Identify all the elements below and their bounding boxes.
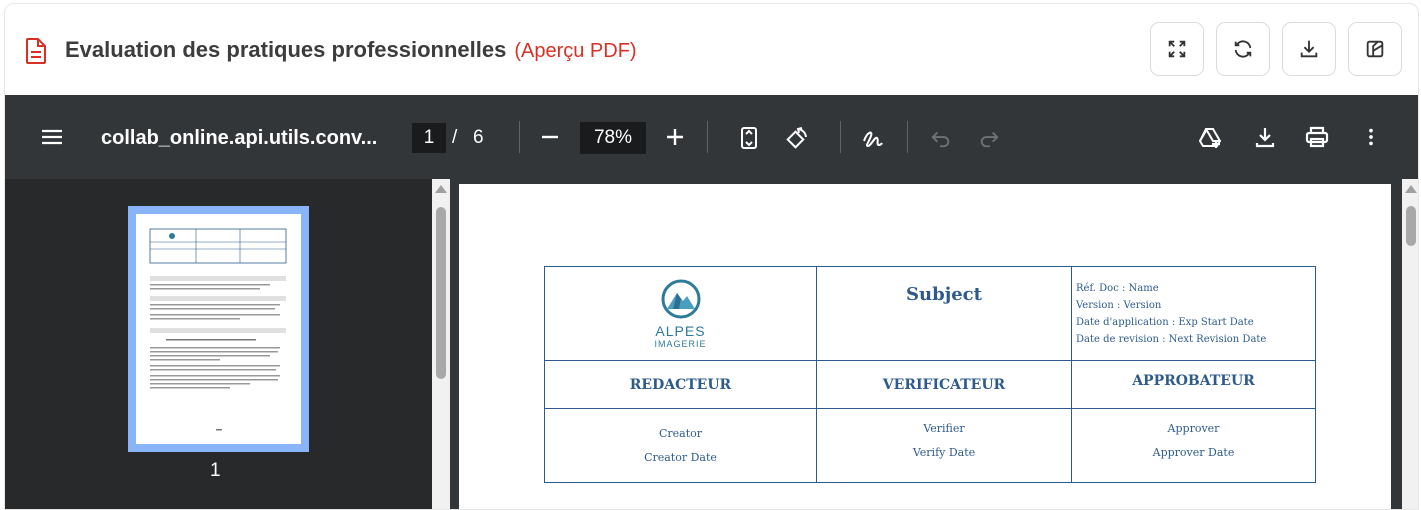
approbateur-cell: Approver Approver Date bbox=[1071, 408, 1316, 483]
menu-button[interactable] bbox=[38, 125, 66, 149]
creator-date: Creator Date bbox=[644, 450, 717, 464]
fit-page-icon bbox=[741, 127, 757, 149]
scrollbar-thumb[interactable] bbox=[436, 207, 446, 379]
document-icon bbox=[26, 38, 46, 64]
redo-button[interactable] bbox=[978, 127, 1000, 149]
minus-icon bbox=[542, 135, 558, 139]
role-approbateur: APPROBATEUR bbox=[1071, 360, 1316, 409]
download-button[interactable] bbox=[1282, 22, 1336, 76]
page-view: ALPES IMAGERIE Subject Réf. Doc : Name V… bbox=[450, 179, 1400, 509]
header-bar: Evaluation des pratiques professionnelle… bbox=[5, 4, 1418, 95]
rotate-icon bbox=[786, 127, 807, 149]
role-redacteur: REDACTEUR bbox=[544, 360, 817, 409]
approver-name: Approver bbox=[1167, 422, 1220, 435]
thumbnail-sidebar: 1 bbox=[5, 179, 432, 509]
print-icon bbox=[1305, 126, 1329, 148]
fullscreen-button[interactable] bbox=[1150, 22, 1204, 76]
scroll-up-arrow[interactable] bbox=[1405, 185, 1417, 193]
refresh-icon bbox=[1234, 40, 1252, 58]
meta-application-date: Date d'application : Exp Start Date bbox=[1076, 316, 1254, 328]
approver-date: Approver Date bbox=[1152, 446, 1235, 459]
preview-card: Evaluation des pratiques professionnelle… bbox=[4, 3, 1419, 510]
page-number-input[interactable]: 1 bbox=[412, 123, 446, 153]
page-total: 6 bbox=[473, 127, 484, 148]
toolbar-divider bbox=[907, 121, 908, 153]
theme-button[interactable] bbox=[1348, 22, 1402, 76]
more-vertical-icon bbox=[1369, 128, 1373, 146]
pdf-download-button[interactable] bbox=[1252, 124, 1278, 150]
thumbnail-page bbox=[136, 214, 301, 444]
creator-name: Creator bbox=[658, 426, 703, 440]
toolbar-divider bbox=[840, 121, 841, 153]
undo-icon bbox=[931, 131, 950, 148]
page-separator: / bbox=[452, 127, 458, 148]
toolbar-divider bbox=[707, 121, 708, 153]
thumbnail-preview bbox=[149, 228, 287, 431]
scroll-up-arrow[interactable] bbox=[435, 185, 447, 193]
signature-icon bbox=[863, 131, 883, 148]
drive-add-icon bbox=[1198, 128, 1222, 148]
subject-cell: Subject bbox=[816, 266, 1072, 361]
download-icon bbox=[1300, 40, 1318, 58]
logo-text-line2: IMAGERIE bbox=[654, 338, 707, 349]
thumbnail-scrollbar[interactable] bbox=[432, 179, 450, 509]
logo-text-line1: ALPES bbox=[655, 322, 706, 339]
pdf-page: ALPES IMAGERIE Subject Réf. Doc : Name V… bbox=[459, 184, 1391, 509]
alpes-logo-icon bbox=[661, 279, 700, 318]
page-title: Evaluation des pratiques professionnelle… bbox=[65, 37, 637, 63]
thumbnail-label: 1 bbox=[210, 460, 221, 481]
menu-icon bbox=[42, 129, 62, 145]
save-to-drive-button[interactable] bbox=[1196, 124, 1224, 152]
title-text: Evaluation des pratiques professionnelle… bbox=[65, 37, 507, 62]
annotate-button[interactable] bbox=[860, 125, 886, 151]
subject-text: Subject bbox=[906, 283, 982, 305]
page-scrollbar[interactable] bbox=[1402, 179, 1418, 509]
toolbar-divider bbox=[519, 121, 520, 153]
meta-ref: Réf. Doc : Name bbox=[1076, 282, 1159, 294]
download-icon bbox=[1255, 128, 1275, 148]
fit-page-button[interactable] bbox=[737, 125, 761, 151]
more-options-button[interactable] bbox=[1360, 124, 1382, 150]
pdf-viewer: collab_online.api.utils.conv... 1 / 6 78… bbox=[5, 95, 1418, 509]
document-header-table: ALPES IMAGERIE Subject Réf. Doc : Name V… bbox=[544, 266, 1316, 483]
pdf-toolbar: collab_online.api.utils.conv... 1 / 6 78… bbox=[5, 95, 1418, 179]
zoom-level-input[interactable]: 78% bbox=[580, 122, 646, 154]
redo-icon bbox=[980, 131, 999, 148]
meta-revision-date: Date de revision : Next Revision Date bbox=[1076, 333, 1267, 345]
pdf-filename: collab_online.api.utils.conv... bbox=[101, 127, 378, 149]
verifier-date: Verify Date bbox=[912, 446, 976, 459]
page-thumbnail[interactable] bbox=[128, 206, 309, 452]
scrollbar-thumb[interactable] bbox=[1406, 206, 1416, 246]
verifier-name: Verifier bbox=[923, 422, 965, 435]
zoom-in-button[interactable] bbox=[662, 125, 688, 149]
refresh-button[interactable] bbox=[1216, 22, 1270, 76]
plus-icon bbox=[667, 129, 683, 145]
logo-cell: ALPES IMAGERIE bbox=[544, 266, 817, 361]
meta-version: Version : Version bbox=[1076, 299, 1162, 311]
verificateur-cell: Verifier Verify Date bbox=[816, 408, 1072, 483]
role-verificateur: VERIFICATEUR bbox=[816, 360, 1072, 409]
theme-icon bbox=[1366, 40, 1384, 58]
meta-cell: Réf. Doc : Name Version : Version Date d… bbox=[1071, 266, 1316, 361]
zoom-out-button[interactable] bbox=[537, 125, 563, 149]
print-button[interactable] bbox=[1304, 124, 1330, 150]
title-subtitle: (Aperçu PDF) bbox=[514, 40, 637, 62]
rotate-button[interactable] bbox=[784, 125, 810, 151]
undo-button[interactable] bbox=[930, 127, 952, 149]
fullscreen-icon bbox=[1168, 40, 1186, 58]
redacteur-cell: Creator Creator Date bbox=[544, 408, 817, 483]
